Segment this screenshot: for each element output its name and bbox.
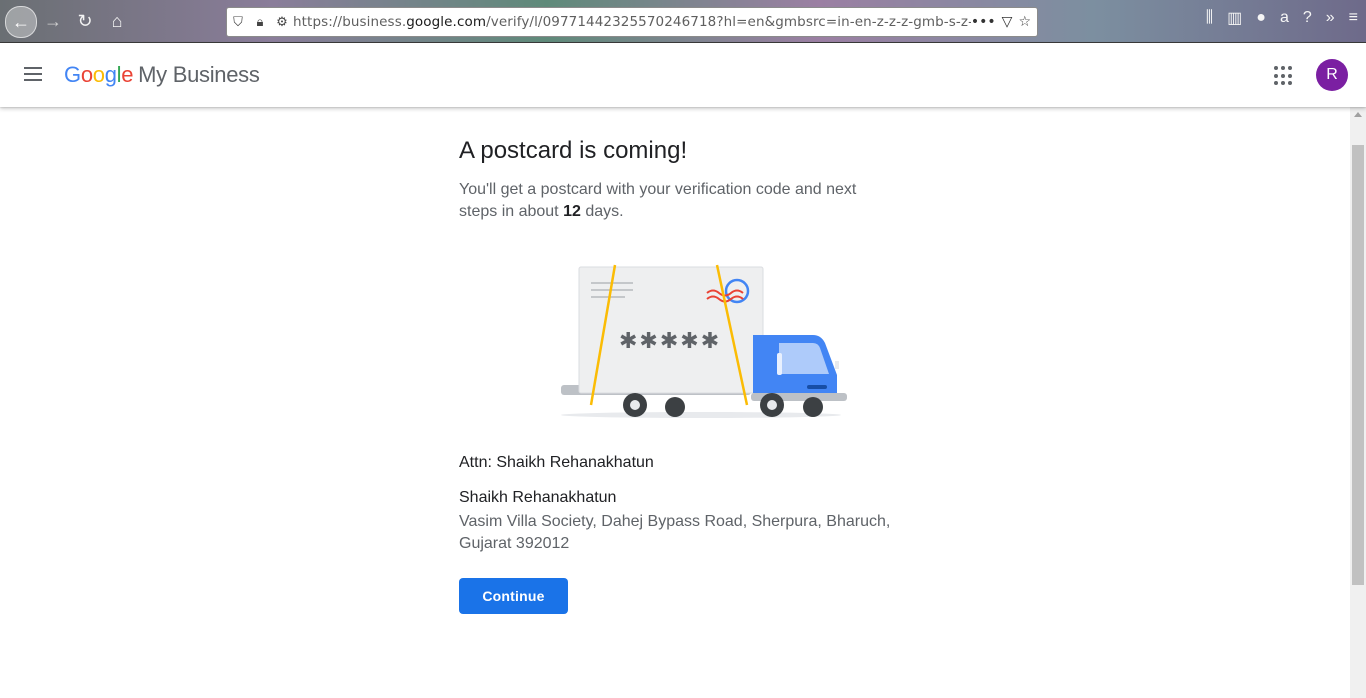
menu-icon[interactable]: ≡ <box>1349 9 1358 27</box>
lock-icon[interactable]: 🔒︎ <box>249 11 271 33</box>
recipient-address: Vasim Villa Society, Dahej Bypass Road, … <box>459 513 891 552</box>
address-bar[interactable]: ⛉ 🔒︎ ⚙ https://business.google.com/verif… <box>226 7 1038 37</box>
reload-icon[interactable]: ↻ <box>70 6 100 36</box>
account-icon[interactable]: ● <box>1256 9 1266 27</box>
library-icon[interactable]: ⫼ <box>1206 9 1213 27</box>
continue-button[interactable]: Continue <box>459 578 568 614</box>
browser-toolbar: ← → ↻ ⌂ ⛉ 🔒︎ ⚙ https://business.google.c… <box>0 0 1366 43</box>
extension-amazon-icon[interactable]: a <box>1280 9 1289 27</box>
page-actions-icon[interactable]: ••• <box>971 14 996 30</box>
postcard-truck-illustration: ✱✱✱✱✱ <box>561 264 847 418</box>
permissions-icon[interactable]: ⚙ <box>271 11 293 33</box>
google-apps-icon[interactable] <box>1274 66 1294 86</box>
overflow-chevrons-icon[interactable]: » <box>1326 9 1335 27</box>
attn-line: Attn: Shaikh Rehanakhatun <box>459 454 654 471</box>
description: You'll get a postcard with your verifica… <box>459 181 857 220</box>
pocket-icon[interactable]: ▽ <box>1002 14 1013 30</box>
app-header: Google My Business <box>0 43 1366 107</box>
days-count: 12 <box>563 203 581 220</box>
hamburger-menu-icon[interactable] <box>24 63 46 85</box>
home-icon[interactable]: ⌂ <box>102 6 132 36</box>
avatar[interactable]: R <box>1316 59 1348 91</box>
bookmark-star-icon[interactable]: ☆ <box>1018 14 1031 30</box>
sidebar-icon[interactable]: ▥ <box>1227 8 1242 28</box>
scroll-up-arrow-icon[interactable] <box>1354 112 1362 117</box>
extension-help-icon[interactable]: ? <box>1303 9 1312 27</box>
forward-arrow-icon[interactable]: → <box>38 6 68 36</box>
page-title: A postcard is coming! <box>459 137 688 164</box>
recipient-name: Shaikh Rehanakhatun <box>459 489 617 506</box>
postcard-code: ✱✱✱✱✱ <box>619 329 721 354</box>
scroll-thumb[interactable] <box>1352 145 1364 585</box>
product-name: My Business <box>138 62 260 87</box>
url-text[interactable]: https://business.google.com/verify/l/097… <box>293 14 971 30</box>
google-my-business-logo[interactable]: Google My Business <box>64 62 260 88</box>
back-arrow-icon[interactable]: ← <box>5 6 37 38</box>
shield-icon[interactable]: ⛉ <box>227 11 249 33</box>
page-scrollbar[interactable] <box>1350 107 1366 698</box>
